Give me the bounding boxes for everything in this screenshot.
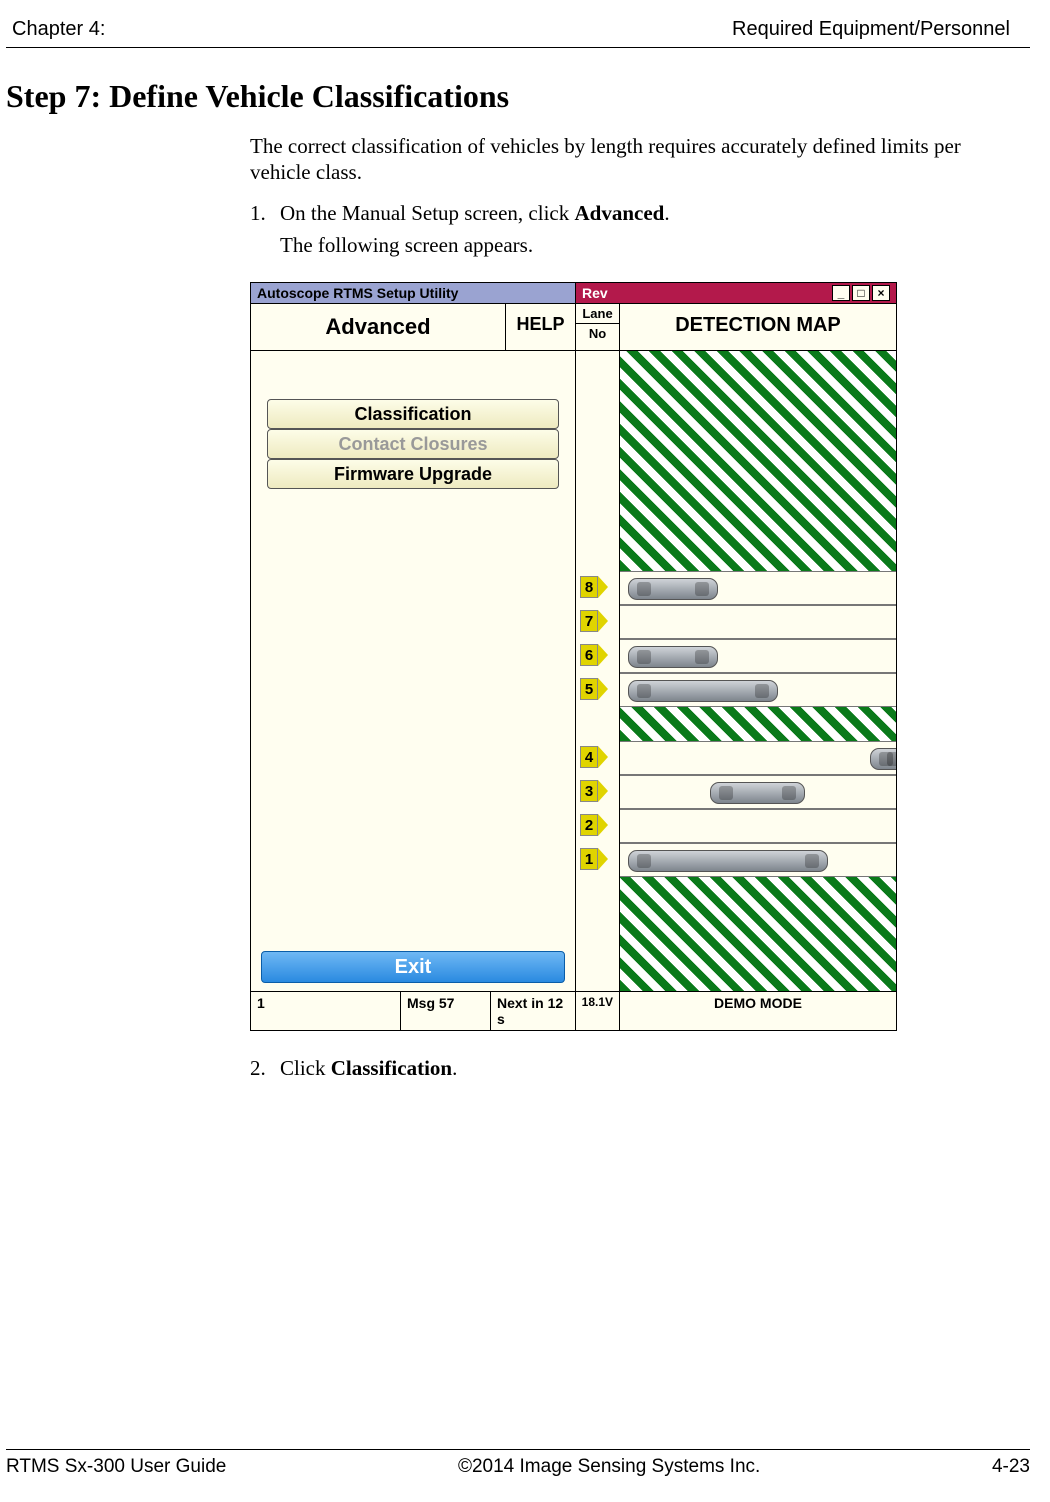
step-1-a: On the Manual Setup screen, click [280,201,575,225]
vehicle-icon [628,680,778,702]
detection-map [620,351,896,991]
step-title: Step 7: Define Vehicle Classifications [6,78,1050,115]
header-right: Required Equipment/Personnel [732,18,1010,41]
step-1-number: 1. [250,200,280,226]
lane-6-label: 6 [580,644,598,666]
close-button[interactable]: × [872,285,890,301]
vehicle-icon [710,782,805,804]
exit-button[interactable]: Exit [261,951,565,983]
minimize-button[interactable]: _ [832,285,850,301]
footer-left: RTMS Sx-300 User Guide [6,1456,226,1478]
maximize-button[interactable]: □ [852,285,870,301]
app-title: Autoscope RTMS Setup Utility [251,283,576,303]
step-2-c: . [452,1056,457,1080]
advanced-heading: Advanced [251,304,505,350]
status-next: Next in 12 s [491,992,576,1030]
step-2-text: Click Classification. [280,1055,1010,1081]
lane-2-label: 2 [580,814,598,836]
status-mode: DEMO MODE [620,992,896,1030]
vehicle-icon [628,578,718,600]
lane-3-label: 3 [580,780,598,802]
detection-map-heading: DETECTION MAP [620,304,896,350]
no-label: No [576,324,619,343]
step-1-bold: Advanced [575,201,665,225]
header-left: Chapter 4: [12,18,105,41]
step-1-sub: The following screen appears. [280,232,1010,258]
lane-7-label: 7 [580,610,598,632]
footer-mid: ©2014 Image Sensing Systems Inc. [458,1456,760,1478]
step-1-c: . [664,201,669,225]
step-2-a: Click [280,1056,331,1080]
vehicle-icon [628,850,828,872]
lane-4-label: 4 [580,746,598,768]
app-window: Autoscope RTMS Setup Utility Rev _ □ × A… [250,282,897,1031]
classification-button[interactable]: Classification [267,399,559,429]
status-1: 1 [251,992,401,1030]
lane-number-column: 8 7 6 5 4 3 2 1 [576,351,620,991]
step-2-number: 2. [250,1055,280,1081]
firmware-upgrade-button[interactable]: Firmware Upgrade [267,459,559,489]
step-1-text: On the Manual Setup screen, click Advanc… [280,200,1010,226]
footer-right: 4-23 [992,1456,1030,1478]
intro-text: The correct classification of vehicles b… [250,133,1010,186]
step-2-bold: Classification [331,1056,452,1080]
lane-8-label: 8 [580,576,598,598]
lane-5-label: 5 [580,678,598,700]
status-msg: Msg 57 [401,992,491,1030]
lane-label: Lane [576,304,619,324]
left-pane: Classification Contact Closures Firmware… [251,351,576,991]
lane-1-label: 1 [580,848,598,870]
help-button[interactable]: HELP [505,304,575,350]
vehicle-icon [628,646,718,668]
contact-closures-button[interactable]: Contact Closures [267,429,559,459]
status-bar: 1 Msg 57 Next in 12 s 18.1V DEMO MODE [251,991,896,1030]
app-title-rev: Rev [582,285,608,301]
vehicle-icon [870,748,896,770]
status-volt: 18.1V [576,992,620,1030]
